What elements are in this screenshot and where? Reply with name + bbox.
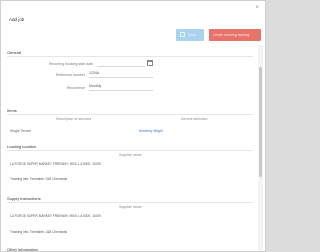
item-link[interactable]: Kimberly Bright (139, 129, 163, 133)
item-label: Single Tenant (10, 129, 32, 133)
loading-supplier-label: Supplier name (119, 153, 142, 157)
vertical-scrollbar[interactable] (258, 45, 263, 251)
save-icon (180, 32, 185, 37)
section-general-title: General (7, 50, 22, 55)
section-items-title: Items (7, 108, 17, 113)
start-date-input[interactable] (97, 60, 145, 67)
col-description-of-services: Description of services (56, 117, 92, 121)
supply-address: LA FORGE SUPER MARKET FREEWAY, 9000, LA … (10, 214, 101, 218)
scrollbar-thumb[interactable] (259, 67, 262, 177)
supply-contact: Tracking info: Timetable: J&B Chemicals (10, 230, 68, 234)
col-service-selection: Service selection (181, 117, 208, 121)
dialog-title: Add job (9, 17, 25, 22)
recurrence-label: Recurrence (66, 86, 85, 90)
save-button[interactable]: Save (176, 29, 204, 41)
divider (7, 150, 253, 151)
supply-supplier-label: Supplier name (119, 205, 142, 209)
recurrence-input[interactable]: Monthly (89, 84, 153, 91)
create-recurring-booking-button[interactable]: Create recurring booking (209, 29, 261, 41)
start-date-label: Recurring booking start date (49, 62, 93, 66)
close-icon[interactable]: × (255, 5, 259, 11)
section-loading-title: Loading location (7, 144, 37, 149)
reference-number-label: Reference number (56, 73, 85, 77)
reference-number-input[interactable]: 1234A (89, 71, 153, 78)
save-button-label: Save (188, 33, 196, 37)
add-job-dialog: Add job × Save Create recurring booking … (0, 0, 266, 252)
calendar-icon[interactable] (147, 60, 153, 66)
dialog-header: Add job × (1, 1, 265, 27)
section-other-title: Other information (7, 247, 38, 252)
loading-contact: Tracking info: Timetable: J&B Chemicals (10, 177, 68, 181)
section-supply-title: Supply instructions (7, 196, 41, 201)
divider (7, 114, 253, 115)
divider (7, 56, 253, 57)
loading-address: LA FORGE SUPER MARKET FREEWAY, 9000, LA … (10, 162, 101, 166)
create-recurring-booking-label: Create recurring booking (213, 33, 250, 37)
divider (7, 202, 253, 203)
